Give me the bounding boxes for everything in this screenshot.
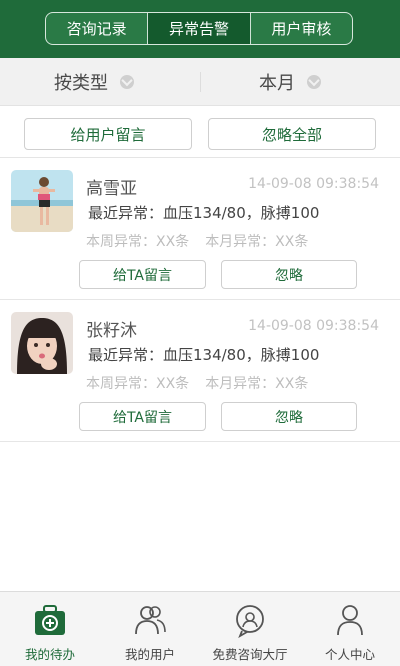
recent-abnormal: 最近异常：血压134/80，脉搏100 [88,204,320,222]
bottom-nav: 我的待办 我的用户 免费咨询大厅 个人中心 [0,591,400,666]
chevron-down-icon [120,75,134,89]
ignore-button[interactable]: 忽略 [221,260,357,289]
user-name: 张籽沐 [86,321,137,341]
abnormal-stats: 本周异常：XX条 本月异常：XX条 [86,231,324,251]
nav-personal-center[interactable]: 个人中心 [300,592,400,666]
message-user-button[interactable]: 给TA留言 [79,402,206,431]
type-filter-label: 按类型 [54,73,108,94]
message-users-button[interactable]: 给用户留言 [24,118,192,150]
tab-user-review[interactable]: 用户审核 [251,13,352,44]
nav-label: 个人中心 [324,647,375,662]
chat-icon [236,605,264,638]
ignore-all-button[interactable]: 忽略全部 [208,118,376,150]
abnormal-stats: 本周异常：XX条 本月异常：XX条 [86,373,324,393]
recent-abnormal: 最近异常：血压134/80，脉搏100 [88,346,320,364]
month-abnormal: 本月异常：XX条 [205,376,309,392]
filter-divider [200,72,201,92]
type-filter[interactable]: 按类型 [54,58,134,106]
nav-free-consult-hall[interactable]: 免费咨询大厅 [200,592,300,666]
avatar [11,312,73,374]
filter-bar: 按类型 本月 [0,58,400,106]
month-abnormal: 本月异常：XX条 [205,234,309,250]
list-item: 张籽沐 14-09-08 09:38:54 最近异常：血压134/80，脉搏10… [0,300,400,442]
person-icon [337,605,363,636]
timestamp: 14-09-08 09:38:54 [248,318,379,334]
medical-kit-icon [35,605,65,635]
nav-label: 我的用户 [124,647,175,662]
week-abnormal: 本周异常：XX条 [86,376,190,392]
chevron-down-icon [307,75,321,89]
segment-control: 咨询记录 异常告警 用户审核 [45,12,353,45]
user-name: 高雪亚 [86,179,137,199]
period-filter-label: 本月 [259,73,295,94]
avatar [11,170,73,232]
users-icon [135,606,166,635]
message-user-button[interactable]: 给TA留言 [79,260,206,289]
top-bar: 咨询记录 异常告警 用户审核 [0,0,400,58]
timestamp: 14-09-08 09:38:54 [248,176,379,192]
tab-consult-records[interactable]: 咨询记录 [46,13,149,44]
nav-my-users[interactable]: 我的用户 [100,592,200,666]
nav-label: 我的待办 [24,647,75,662]
nav-my-todo[interactable]: 我的待办 [0,592,100,666]
bulk-actions: 给用户留言 忽略全部 [0,106,400,158]
week-abnormal: 本周异常：XX条 [86,234,190,250]
ignore-button[interactable]: 忽略 [221,402,357,431]
list-item: 高雪亚 14-09-08 09:38:54 最近异常：血压134/80，脉搏10… [0,158,400,300]
period-filter[interactable]: 本月 [259,58,321,106]
nav-label: 免费咨询大厅 [212,647,288,662]
tab-abnormal-alerts[interactable]: 异常告警 [148,13,251,44]
